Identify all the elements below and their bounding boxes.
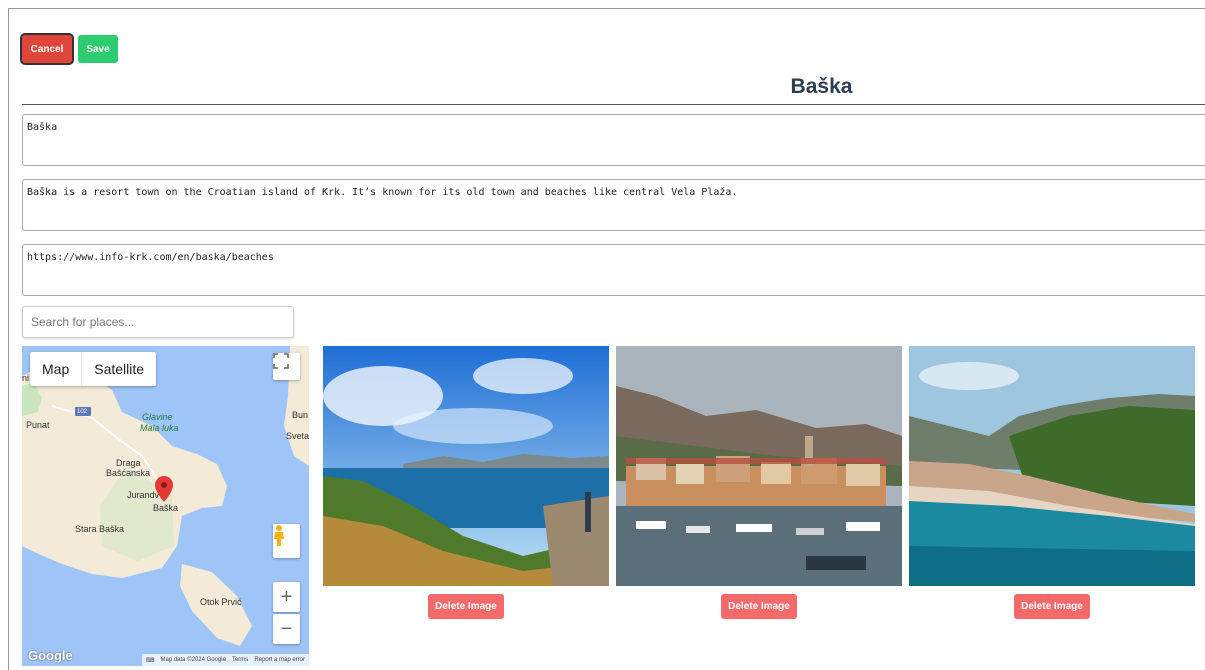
map-label-punat: Punat [26, 420, 50, 430]
page-title: Baška [790, 75, 853, 98]
map-label-stara-baska: Stara Baška [75, 524, 125, 534]
zoom-in-button[interactable]: + [273, 582, 300, 612]
search-places-input[interactable] [22, 306, 294, 338]
map-terms-link[interactable]: Terms [232, 657, 248, 663]
map-label-baska: Baška [153, 503, 179, 513]
map-label-otok-prvic: Otok Prvić [200, 597, 242, 607]
report-map-error-link[interactable]: Report a map error [254, 657, 305, 663]
map-data-text: Map data ©2024 Google [160, 657, 226, 663]
delete-image-button-1[interactable]: Delete Image [428, 594, 504, 619]
image-cliff-view [323, 346, 609, 586]
image-aerial-bay [909, 346, 1195, 586]
map-type-control: Map Satellite [30, 352, 157, 386]
map-label-draga: Draga [116, 458, 141, 468]
fullscreen-icon [273, 353, 289, 369]
map-label-bun: Bun [292, 410, 309, 420]
map-type-map-button[interactable]: Map [30, 352, 83, 386]
title-divider [22, 104, 1205, 105]
keyboard-shortcuts-icon[interactable]: ⌨ [146, 657, 155, 664]
place-image-1 [323, 346, 609, 586]
google-logo: Google [28, 648, 73, 663]
map-type-satellite-button[interactable]: Satellite [82, 352, 156, 386]
map-label-glavine: Glavine [142, 412, 173, 422]
street-view-button[interactable] [273, 524, 300, 558]
map-road-badge: 102 [77, 409, 88, 415]
edit-place-form: Cancel Save Baška Baška Baška is a resor… [8, 8, 1205, 670]
name-field[interactable]: Baška [22, 114, 1205, 166]
map-label-mala-luka: Mala luka [140, 423, 179, 433]
place-image-3 [909, 346, 1195, 586]
map-label-bascanska: Bašćanska [106, 468, 151, 478]
map-label-edge: ni [22, 373, 30, 383]
location-pin-icon[interactable] [155, 476, 173, 502]
map-attribution: ⌨ Map data ©2024 Google Terms Report a m… [141, 654, 309, 666]
image-harbor-town [616, 346, 902, 586]
url-field[interactable]: https://www.info-krk.com/en/baska/beache… [22, 244, 1205, 296]
cancel-button[interactable]: Cancel [22, 35, 72, 63]
delete-image-button-2[interactable]: Delete Image [721, 594, 797, 619]
delete-image-button-3[interactable]: Delete Image [1014, 594, 1090, 619]
zoom-out-button[interactable]: − [273, 614, 300, 644]
place-image-2 [616, 346, 902, 586]
pegman-icon [274, 525, 284, 546]
map-widget[interactable]: ni 102 Punat Glavine Mala luka Bun Sveta… [22, 346, 309, 666]
fullscreen-button[interactable] [273, 353, 300, 380]
save-button[interactable]: Save [78, 35, 118, 63]
description-field[interactable]: Baška is a resort town on the Croatian i… [22, 179, 1205, 231]
map-label-sveta: Sveta [286, 431, 309, 441]
